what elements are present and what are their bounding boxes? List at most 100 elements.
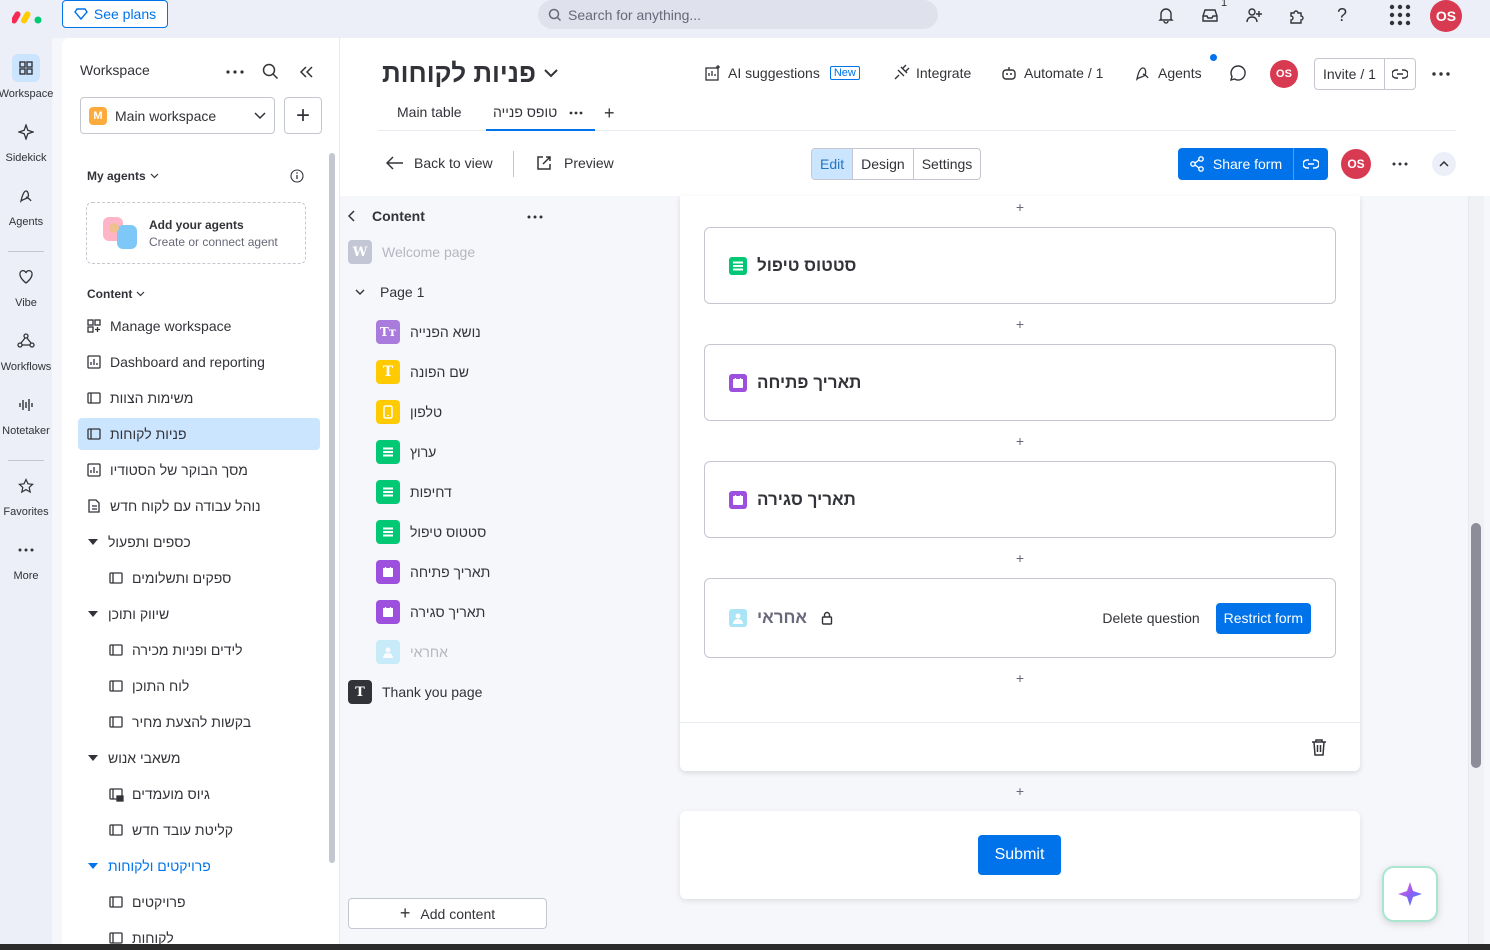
board-title[interactable]: פניות לקוחות [382, 58, 558, 89]
trash-icon[interactable] [1311, 738, 1327, 756]
user-avatar[interactable]: OS [1430, 0, 1462, 32]
page-1-item[interactable]: Page 1 [348, 277, 424, 307]
add-agents-card[interactable]: Add your agents Create or connect agent [86, 202, 306, 264]
form-mode-segmented[interactable]: Edit Design Settings [811, 148, 982, 180]
apps-puzzle-icon[interactable] [1283, 1, 1311, 29]
tab-main-table[interactable]: Main table [397, 104, 462, 120]
info-icon[interactable] [290, 169, 304, 183]
thank-you-page-item[interactable]: T Thank you page [348, 677, 482, 707]
sidebar-more-icon[interactable] [226, 70, 244, 74]
sidebar-item[interactable]: נוהל עבודה עם לקוח חדש [78, 490, 320, 522]
sidebar-item[interactable]: Dashboard and reporting [78, 346, 320, 378]
sidebar-item[interactable]: משימות הצוות [78, 382, 320, 414]
sidebar-item[interactable]: מסך הבוקר של הסטודיו [78, 454, 320, 486]
integrate-button[interactable]: Integrate [892, 64, 971, 82]
tab-form[interactable]: טופס פנייה [493, 104, 557, 120]
segment-design[interactable]: Design [853, 149, 914, 179]
sidebar-item[interactable]: גיוס מועמדים [78, 778, 320, 810]
workspace-select[interactable]: M Main workspace [80, 97, 275, 134]
collapse-header-icon[interactable] [1432, 152, 1456, 176]
canvas-scrollbar[interactable] [1471, 523, 1481, 768]
see-plans-button[interactable]: See plans [62, 0, 168, 28]
sidebar-folder[interactable]: כספים ותפעול [78, 526, 320, 558]
form-question-card[interactable]: תאריך סגירה [704, 461, 1336, 538]
rail-more[interactable]: More [0, 536, 52, 582]
copy-link-icon[interactable] [1294, 159, 1328, 169]
rail-sidekick[interactable]: Sidekick [0, 118, 52, 164]
collapse-sidebar-icon[interactable] [298, 64, 314, 80]
share-form-button[interactable]: Share form [1178, 148, 1328, 180]
welcome-page-item[interactable]: W Welcome page [348, 237, 475, 267]
apps-grid-icon[interactable] [1388, 3, 1412, 27]
search-input[interactable]: Search for anything... [538, 0, 938, 29]
board-more-icon[interactable] [1432, 72, 1450, 76]
inbox-icon[interactable] [1196, 1, 1224, 29]
monday-logo[interactable] [12, 5, 44, 25]
sidebar-item[interactable]: ספקים ותשלומים [78, 562, 320, 594]
content-question-item[interactable]: אחראי [376, 637, 448, 667]
add-question-plus-icon[interactable]: + [1014, 551, 1026, 565]
form-more-icon[interactable] [1392, 162, 1408, 166]
form-question-label[interactable]: סטטוס טיפול [757, 256, 856, 276]
content-more-icon[interactable] [527, 215, 543, 219]
sidebar-item[interactable]: פרויקטים [78, 886, 320, 918]
sidebar-search-icon[interactable] [262, 63, 279, 80]
add-view-plus-icon[interactable]: + [604, 103, 615, 124]
restrict-form-button[interactable]: Restrict form [1215, 602, 1311, 634]
share-form-main[interactable]: Share form [1178, 148, 1294, 180]
sidebar-scrollbar[interactable] [329, 153, 335, 863]
ai-suggestions-button[interactable]: AI suggestions New [704, 64, 860, 82]
content-question-item[interactable]: דחיפות [376, 477, 452, 507]
sidebar-item[interactable]: בקשות להצעת מחיר [78, 706, 320, 738]
content-question-item[interactable]: תאריך פתיחה [376, 557, 490, 587]
rail-workflows[interactable]: Workflows [0, 327, 52, 373]
content-question-item[interactable]: T שם הפונה [376, 357, 469, 387]
form-question-label[interactable]: תאריך פתיחה [757, 373, 861, 393]
preview-button[interactable]: Preview [536, 155, 614, 171]
add-page-plus-icon[interactable]: + [1014, 784, 1026, 798]
bell-icon[interactable] [1152, 1, 1180, 29]
form-question-card[interactable]: תאריך פתיחה [704, 344, 1336, 421]
tab-more-icon[interactable] [569, 111, 583, 115]
comments-icon[interactable] [1229, 64, 1247, 82]
content-question-item[interactable]: סטטוס טיפול [376, 517, 486, 547]
submit-button[interactable]: Submit [978, 835, 1061, 875]
sidebar-folder[interactable]: פרויקטים ולקוחות [78, 850, 320, 882]
add-question-plus-icon[interactable]: + [1014, 671, 1026, 685]
agents-button[interactable]: Agents [1134, 64, 1202, 82]
ai-assistant-button[interactable] [1382, 866, 1438, 922]
rail-notetaker[interactable]: Notetaker [0, 391, 52, 437]
invite-button[interactable]: Invite / 1 [1314, 58, 1416, 90]
segment-settings[interactable]: Settings [914, 149, 981, 179]
automate-button[interactable]: Automate / 1 [1000, 64, 1103, 82]
add-question-plus-icon[interactable]: + [1014, 200, 1026, 214]
invite-member-icon[interactable] [1240, 1, 1268, 29]
sidebar-item[interactable]: קליטת עובד חדש [78, 814, 320, 846]
content-toggle[interactable]: Content [87, 287, 145, 301]
rail-agents[interactable]: Agents [0, 182, 52, 228]
add-item-button[interactable]: + [284, 97, 322, 134]
rail-favorites[interactable]: Favorites [0, 472, 52, 518]
link-icon[interactable] [1385, 69, 1415, 79]
content-question-item[interactable]: Tт נושא הפנייה [376, 317, 481, 347]
form-question-card[interactable]: סטטוס טיפול [704, 227, 1336, 304]
sidebar-folder[interactable]: שיווק ותוכן [78, 598, 320, 630]
my-agents-toggle[interactable]: My agents [87, 169, 159, 183]
content-question-item[interactable]: תאריך סגירה [376, 597, 485, 627]
sidebar-item[interactable]: פניות לקוחות [78, 418, 320, 450]
add-question-plus-icon[interactable]: + [1014, 434, 1026, 448]
add-question-plus-icon[interactable]: + [1014, 317, 1026, 331]
sidebar-item[interactable]: Manage workspace [78, 310, 320, 342]
segment-edit[interactable]: Edit [812, 149, 854, 179]
sidebar-item[interactable]: לוח התוכן [78, 670, 320, 702]
sidebar-item[interactable]: לידים ופניות מכירה [78, 634, 320, 666]
board-avatar[interactable]: OS [1270, 60, 1298, 88]
content-question-item[interactable]: טלפון [376, 397, 442, 427]
rail-workspace[interactable]: Workspace [0, 54, 53, 100]
content-question-item[interactable]: ערוץ [376, 437, 436, 467]
rail-vibe[interactable]: Vibe [0, 263, 52, 309]
collapse-content-icon[interactable] [348, 210, 356, 222]
delete-question-button[interactable]: Delete question [1102, 610, 1199, 626]
form-question-label[interactable]: תאריך סגירה [757, 490, 856, 510]
form-question-label[interactable]: אחראי [757, 608, 807, 628]
